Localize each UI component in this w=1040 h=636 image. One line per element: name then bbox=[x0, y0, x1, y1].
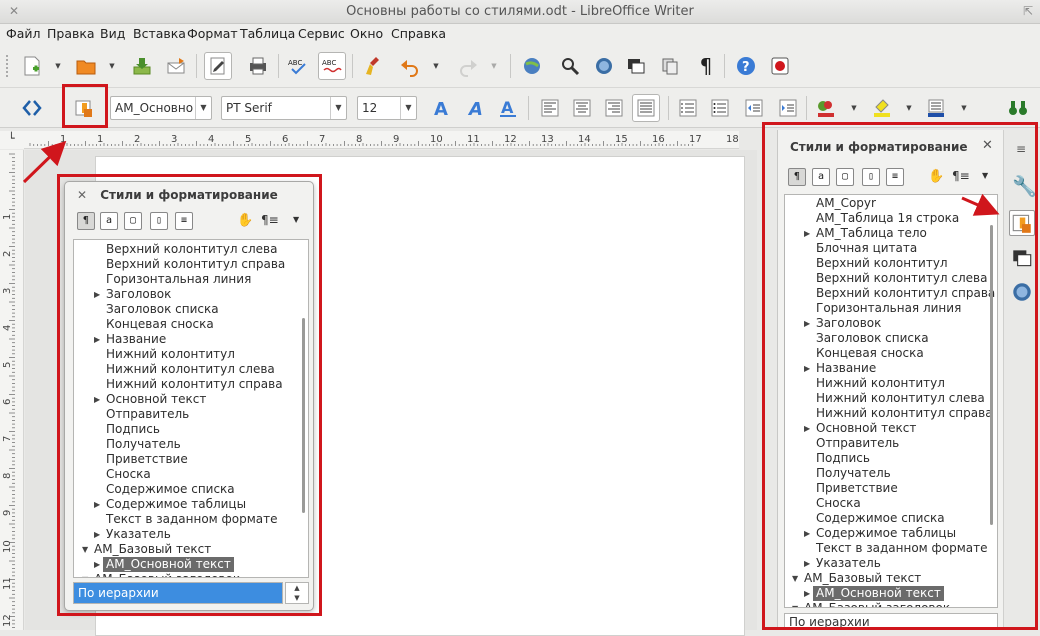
arrow-to-floating bbox=[22, 140, 67, 184]
arrow-to-deck bbox=[961, 193, 1000, 216]
annotation-arrows bbox=[22, 140, 1000, 216]
